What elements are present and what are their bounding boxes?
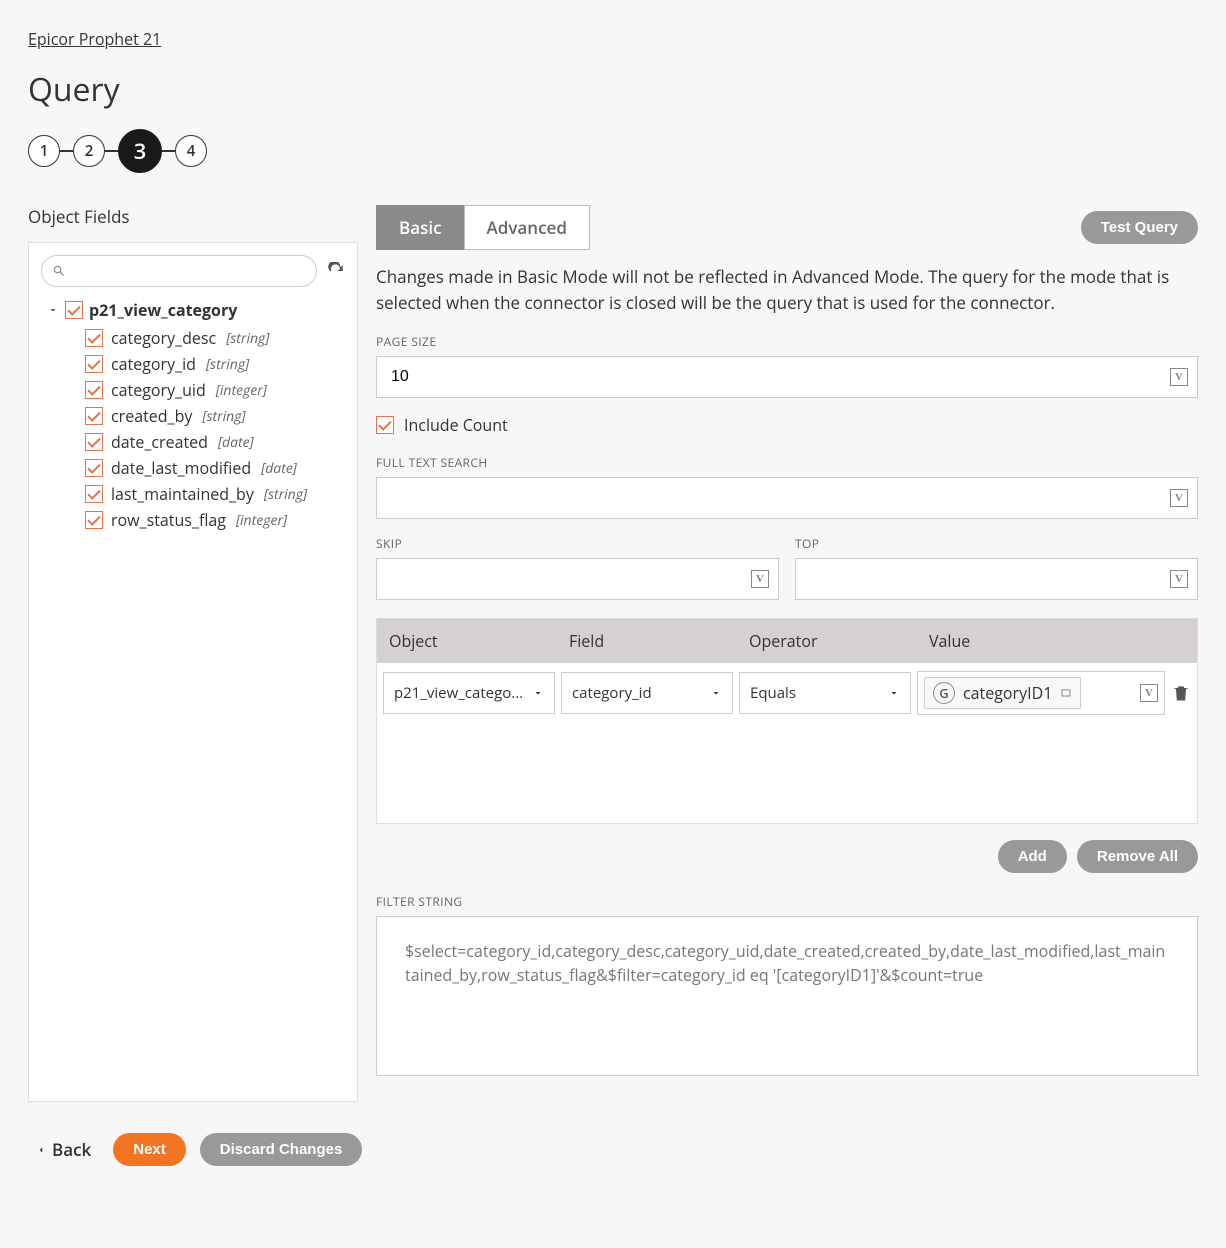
variable-icon[interactable]: V — [1170, 570, 1188, 588]
step-4[interactable]: 4 — [175, 135, 207, 167]
object-fields-title: Object Fields — [28, 205, 358, 228]
field-type: [string] — [264, 485, 307, 504]
field-type: [date] — [218, 433, 254, 452]
tab-basic[interactable]: Basic — [376, 205, 464, 250]
tree-panel: p21_view_category category_desc[string]c… — [28, 242, 358, 1102]
page-title: Query — [28, 68, 1198, 111]
global-var-icon: G — [933, 682, 955, 704]
delete-icon[interactable] — [1171, 683, 1191, 703]
tree-item[interactable]: category_uid [integer] — [85, 377, 345, 403]
skip-label: SKIP — [376, 535, 779, 552]
checkbox[interactable] — [85, 511, 103, 529]
field-type: [date] — [261, 459, 297, 478]
discard-button[interactable]: Discard Changes — [200, 1133, 363, 1166]
info-text: Changes made in Basic Mode will not be r… — [376, 264, 1198, 315]
search-input[interactable] — [72, 263, 306, 279]
checkbox[interactable] — [85, 433, 103, 451]
value-input[interactable]: G categoryID1 V — [917, 671, 1165, 715]
filter-row: p21_view_catego... category_id Equals G — [383, 671, 1191, 715]
step-1[interactable]: 1 — [28, 135, 60, 167]
search-icon — [52, 264, 66, 278]
field-name: date_created — [111, 431, 208, 453]
field-type: [integer] — [216, 381, 267, 400]
col-value-header: Value — [917, 619, 1173, 663]
tree-item[interactable]: date_created [date] — [85, 429, 345, 455]
add-button[interactable]: Add — [998, 840, 1067, 873]
field-name: category_uid — [111, 379, 206, 401]
test-query-button[interactable]: Test Query — [1081, 211, 1198, 244]
checkbox[interactable] — [85, 329, 103, 347]
variable-icon[interactable]: V — [1140, 684, 1158, 702]
step-3[interactable]: 3 — [118, 129, 162, 173]
page-size-input[interactable] — [376, 356, 1198, 398]
variable-chip[interactable]: G categoryID1 — [924, 677, 1081, 709]
field-name: created_by — [111, 405, 192, 427]
chip-icon — [1060, 687, 1072, 699]
filter-table: Object Field Operator Value p21_view_cat… — [376, 618, 1198, 824]
field-type: [string] — [206, 355, 249, 374]
tab-advanced[interactable]: Advanced — [464, 205, 590, 250]
step-2[interactable]: 2 — [73, 135, 105, 167]
next-button[interactable]: Next — [113, 1133, 186, 1166]
tree-item[interactable]: category_desc [string] — [85, 325, 345, 351]
checkbox[interactable] — [85, 485, 103, 503]
stepper: 1 2 3 4 — [28, 129, 1198, 173]
tree-item[interactable]: date_last_modified [date] — [85, 455, 345, 481]
chevron-down-icon — [888, 687, 900, 699]
field-name: category_id — [111, 353, 196, 375]
variable-icon[interactable]: V — [1170, 489, 1188, 507]
step-connector — [60, 150, 73, 152]
search-input-wrap[interactable] — [41, 255, 317, 287]
object-select[interactable]: p21_view_catego... — [383, 672, 555, 714]
col-object-header: Object — [377, 619, 557, 663]
full-text-label: FULL TEXT SEARCH — [376, 454, 1198, 471]
step-connector — [105, 150, 118, 152]
field-type: [string] — [226, 329, 269, 348]
chevron-down-icon — [47, 304, 59, 316]
variable-icon[interactable]: V — [1170, 368, 1188, 386]
remove-all-button[interactable]: Remove All — [1077, 840, 1198, 873]
chevron-down-icon — [710, 687, 722, 699]
field-select[interactable]: category_id — [561, 672, 733, 714]
field-name: last_maintained_by — [111, 483, 254, 505]
checkbox[interactable] — [85, 407, 103, 425]
back-button[interactable]: Back — [28, 1130, 99, 1169]
checkbox-root[interactable] — [65, 301, 83, 319]
tree-item[interactable]: row_status_flag [integer] — [85, 507, 345, 533]
field-type: [integer] — [236, 511, 287, 530]
page-size-label: PAGE SIZE — [376, 333, 1198, 350]
top-input[interactable] — [795, 558, 1198, 600]
chevron-left-icon — [36, 1145, 46, 1155]
tree-item[interactable]: created_by [string] — [85, 403, 345, 429]
col-field-header: Field — [557, 619, 737, 663]
include-count-checkbox[interactable] — [376, 416, 394, 434]
field-name: category_desc — [111, 327, 216, 349]
tabs: Basic Advanced — [376, 205, 590, 250]
operator-select[interactable]: Equals — [739, 672, 911, 714]
tree-root[interactable]: p21_view_category — [41, 299, 345, 321]
variable-icon[interactable]: V — [751, 570, 769, 588]
chevron-down-icon — [532, 687, 544, 699]
filter-string-label: FILTER STRING — [376, 893, 1198, 910]
tree-root-label: p21_view_category — [89, 299, 237, 321]
full-text-input[interactable] — [376, 477, 1198, 519]
tree-item[interactable]: category_id [string] — [85, 351, 345, 377]
checkbox[interactable] — [85, 459, 103, 477]
top-label: TOP — [795, 535, 1198, 552]
checkbox[interactable] — [85, 381, 103, 399]
refresh-icon[interactable] — [327, 262, 345, 280]
field-name: date_last_modified — [111, 457, 251, 479]
col-operator-header: Operator — [737, 619, 917, 663]
include-count-label: Include Count — [404, 414, 508, 436]
breadcrumb[interactable]: Epicor Prophet 21 — [28, 28, 161, 50]
field-name: row_status_flag — [111, 509, 226, 531]
filter-string-box: $select=category_id,category_desc,catego… — [376, 916, 1198, 1076]
step-connector — [162, 150, 175, 152]
tree-item[interactable]: last_maintained_by [string] — [85, 481, 345, 507]
field-type: [string] — [202, 407, 245, 426]
skip-input[interactable] — [376, 558, 779, 600]
checkbox[interactable] — [85, 355, 103, 373]
